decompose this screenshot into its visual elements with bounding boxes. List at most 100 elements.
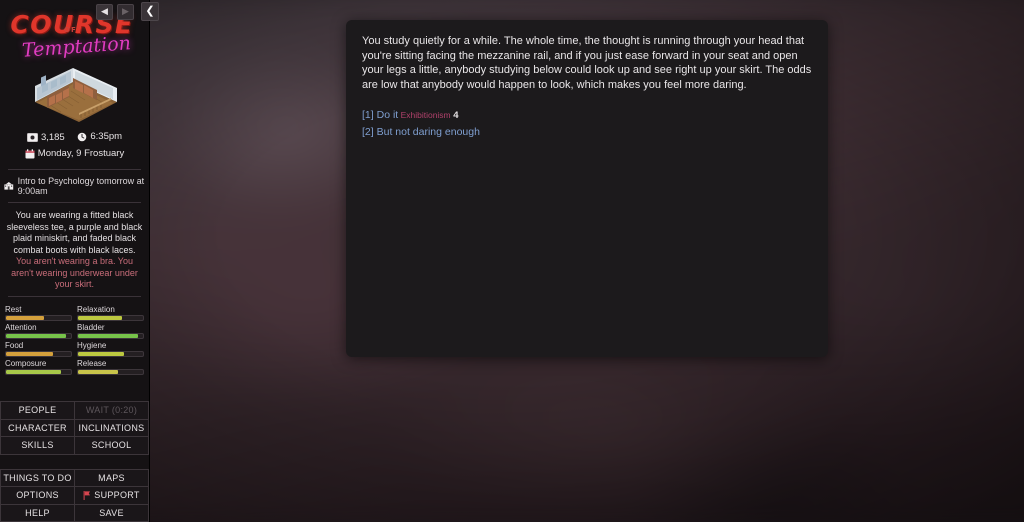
meter-track xyxy=(5,332,72,339)
meters-panel: Rest Relaxation Attention Bladder Food Hygien… xyxy=(0,302,149,375)
date-value: Monday, 9 Frostuary xyxy=(37,148,125,159)
isometric-room-icon xyxy=(35,68,117,122)
choice-skill-tag: Exhibitionism xyxy=(398,110,451,121)
menu-button-label: SKILLS xyxy=(21,440,54,451)
upcoming-event-text: Intro to Psychology tomorrow at 9:00am xyxy=(17,176,145,196)
clothing-description: You are wearing a fitted black sleeveles… xyxy=(0,208,149,291)
meter-track xyxy=(5,314,72,321)
menu-primary-school[interactable]: SCHOOL xyxy=(75,437,149,455)
menu-button-label: SUPPORT xyxy=(94,490,140,501)
logo-of-text: OF xyxy=(64,26,77,34)
choice-list: [1] Do it Exhibitionism 4 [2] But not dar… xyxy=(362,108,812,139)
meter-bladder: Bladder xyxy=(77,323,144,339)
meter-rest: Rest xyxy=(5,305,72,321)
menu-button-label: SAVE xyxy=(99,507,124,518)
meter-hygiene: Hygiene xyxy=(77,341,144,357)
clock-icon xyxy=(78,132,87,142)
calendar-icon xyxy=(25,149,35,159)
menu-separator xyxy=(0,454,149,469)
meter-label: Bladder xyxy=(77,322,105,332)
menu-secondary-save[interactable]: SAVE xyxy=(75,504,149,522)
menu-secondary-support[interactable]: SUPPORT xyxy=(75,487,149,505)
time-stat: 6:35pm xyxy=(77,130,122,144)
location-artwork xyxy=(0,66,150,128)
meter-release: Release xyxy=(77,359,144,375)
menu-button-label: PEOPLE xyxy=(18,405,57,416)
meter-label: Relaxation xyxy=(77,304,115,314)
menu-primary-wait-0-20: WAIT (0:20) xyxy=(75,402,149,420)
upcoming-event: Intro to Psychology tomorrow at 9:00am xyxy=(0,175,149,197)
game-window: ◀ ▶ ❮ COURSE OF Temptation 3,185 6:35pm … xyxy=(0,0,1024,522)
menu-button-label: OPTIONS xyxy=(16,490,59,501)
school-icon xyxy=(4,181,14,190)
clothing-warning-text: You aren't wearing a bra. You aren't wea… xyxy=(11,256,138,289)
story-panel: You study quietly for a while. The whole… xyxy=(346,20,828,357)
meter-label: Composure xyxy=(5,358,47,368)
menu-primary-inclinations[interactable]: INCLINATIONS xyxy=(75,419,149,437)
date-stat: Monday, 9 Frostuary xyxy=(0,147,149,164)
meter-label: Food xyxy=(5,340,24,350)
menu-secondary-maps[interactable]: MAPS xyxy=(75,469,149,487)
secondary-menu: THINGS TO DO MAPS OPTIONS SUPPORT HELP SAVE xyxy=(0,468,149,522)
logo-temptation-text: Temptation xyxy=(20,31,132,62)
divider-clothing xyxy=(8,295,141,297)
meter-fill xyxy=(6,351,53,356)
meter-fill xyxy=(6,315,44,320)
meter-track xyxy=(77,314,144,321)
menu-secondary-help[interactable]: HELP xyxy=(1,504,75,522)
menu-button-label: INCLINATIONS xyxy=(78,422,145,433)
forward-arrow-icon: ▶ xyxy=(122,6,129,16)
meter-track xyxy=(5,350,72,357)
meter-fill xyxy=(6,333,66,338)
meter-label: Attention xyxy=(5,322,37,332)
meter-attention: Attention xyxy=(5,323,72,339)
menu-button-label: CHARACTER xyxy=(8,422,67,433)
money-icon xyxy=(26,133,38,142)
sidebar-nav-buttons: ◀ ▶ ❮ xyxy=(96,2,159,21)
meter-track xyxy=(77,332,144,339)
money-value: 3,185 xyxy=(40,131,65,143)
menu-button-label: MAPS xyxy=(98,472,125,483)
back-arrow-icon: ◀ xyxy=(101,6,108,16)
choice-skill-value: 4 xyxy=(450,110,459,122)
support-flag-icon xyxy=(83,491,91,501)
meter-fill xyxy=(78,369,119,374)
story-body-text: You study quietly for a while. The whole… xyxy=(362,35,812,91)
meter-relaxation: Relaxation xyxy=(77,305,144,321)
menu-secondary-things-to-do[interactable]: THINGS TO DO xyxy=(1,469,75,487)
meter-track xyxy=(77,350,144,357)
choice-number: [1] xyxy=(362,109,374,122)
back-arrow-button[interactable]: ◀ xyxy=(96,3,113,20)
menu-primary-skills[interactable]: SKILLS xyxy=(1,437,75,455)
meter-fill xyxy=(6,369,61,374)
divider-top xyxy=(8,169,141,170)
meter-food: Food xyxy=(5,341,72,357)
menu-primary-people[interactable]: PEOPLE xyxy=(1,402,75,420)
choice-number: [2] xyxy=(362,125,374,138)
meter-label: Hygiene xyxy=(77,340,107,350)
menu-button-label: SCHOOL xyxy=(91,440,132,451)
choice-option-1[interactable]: [1] Do it Exhibitionism 4 xyxy=(362,108,812,124)
menu-button-label: WAIT (0:20) xyxy=(85,405,138,416)
money-stat: 3,185 xyxy=(26,131,65,145)
choice-text: Do it xyxy=(373,109,399,122)
choice-text: But not daring enough xyxy=(373,125,480,138)
chevron-left-icon: ❮ xyxy=(145,5,155,17)
collapse-sidebar-button[interactable]: ❮ xyxy=(141,2,159,21)
forward-arrow-button[interactable]: ▶ xyxy=(117,3,134,20)
choice-option-2[interactable]: [2] But not daring enough xyxy=(362,125,812,140)
clothing-normal-text: You are wearing a fitted black sleeveles… xyxy=(6,210,143,255)
menu-button-label: HELP xyxy=(25,507,50,518)
meter-composure: Composure xyxy=(5,359,72,375)
meter-label: Rest xyxy=(5,304,22,314)
meter-fill xyxy=(78,315,123,320)
meter-label: Release xyxy=(77,358,107,368)
menu-button-label: THINGS TO DO xyxy=(3,472,72,483)
meter-fill xyxy=(78,351,124,356)
primary-menu: PEOPLE WAIT (0:20) CHARACTER INCLINATIONS SK… xyxy=(0,401,149,455)
menu-secondary-options[interactable]: OPTIONS xyxy=(1,487,75,505)
menu-primary-character[interactable]: CHARACTER xyxy=(1,419,75,437)
meter-fill xyxy=(78,333,139,338)
divider-event xyxy=(8,202,141,203)
